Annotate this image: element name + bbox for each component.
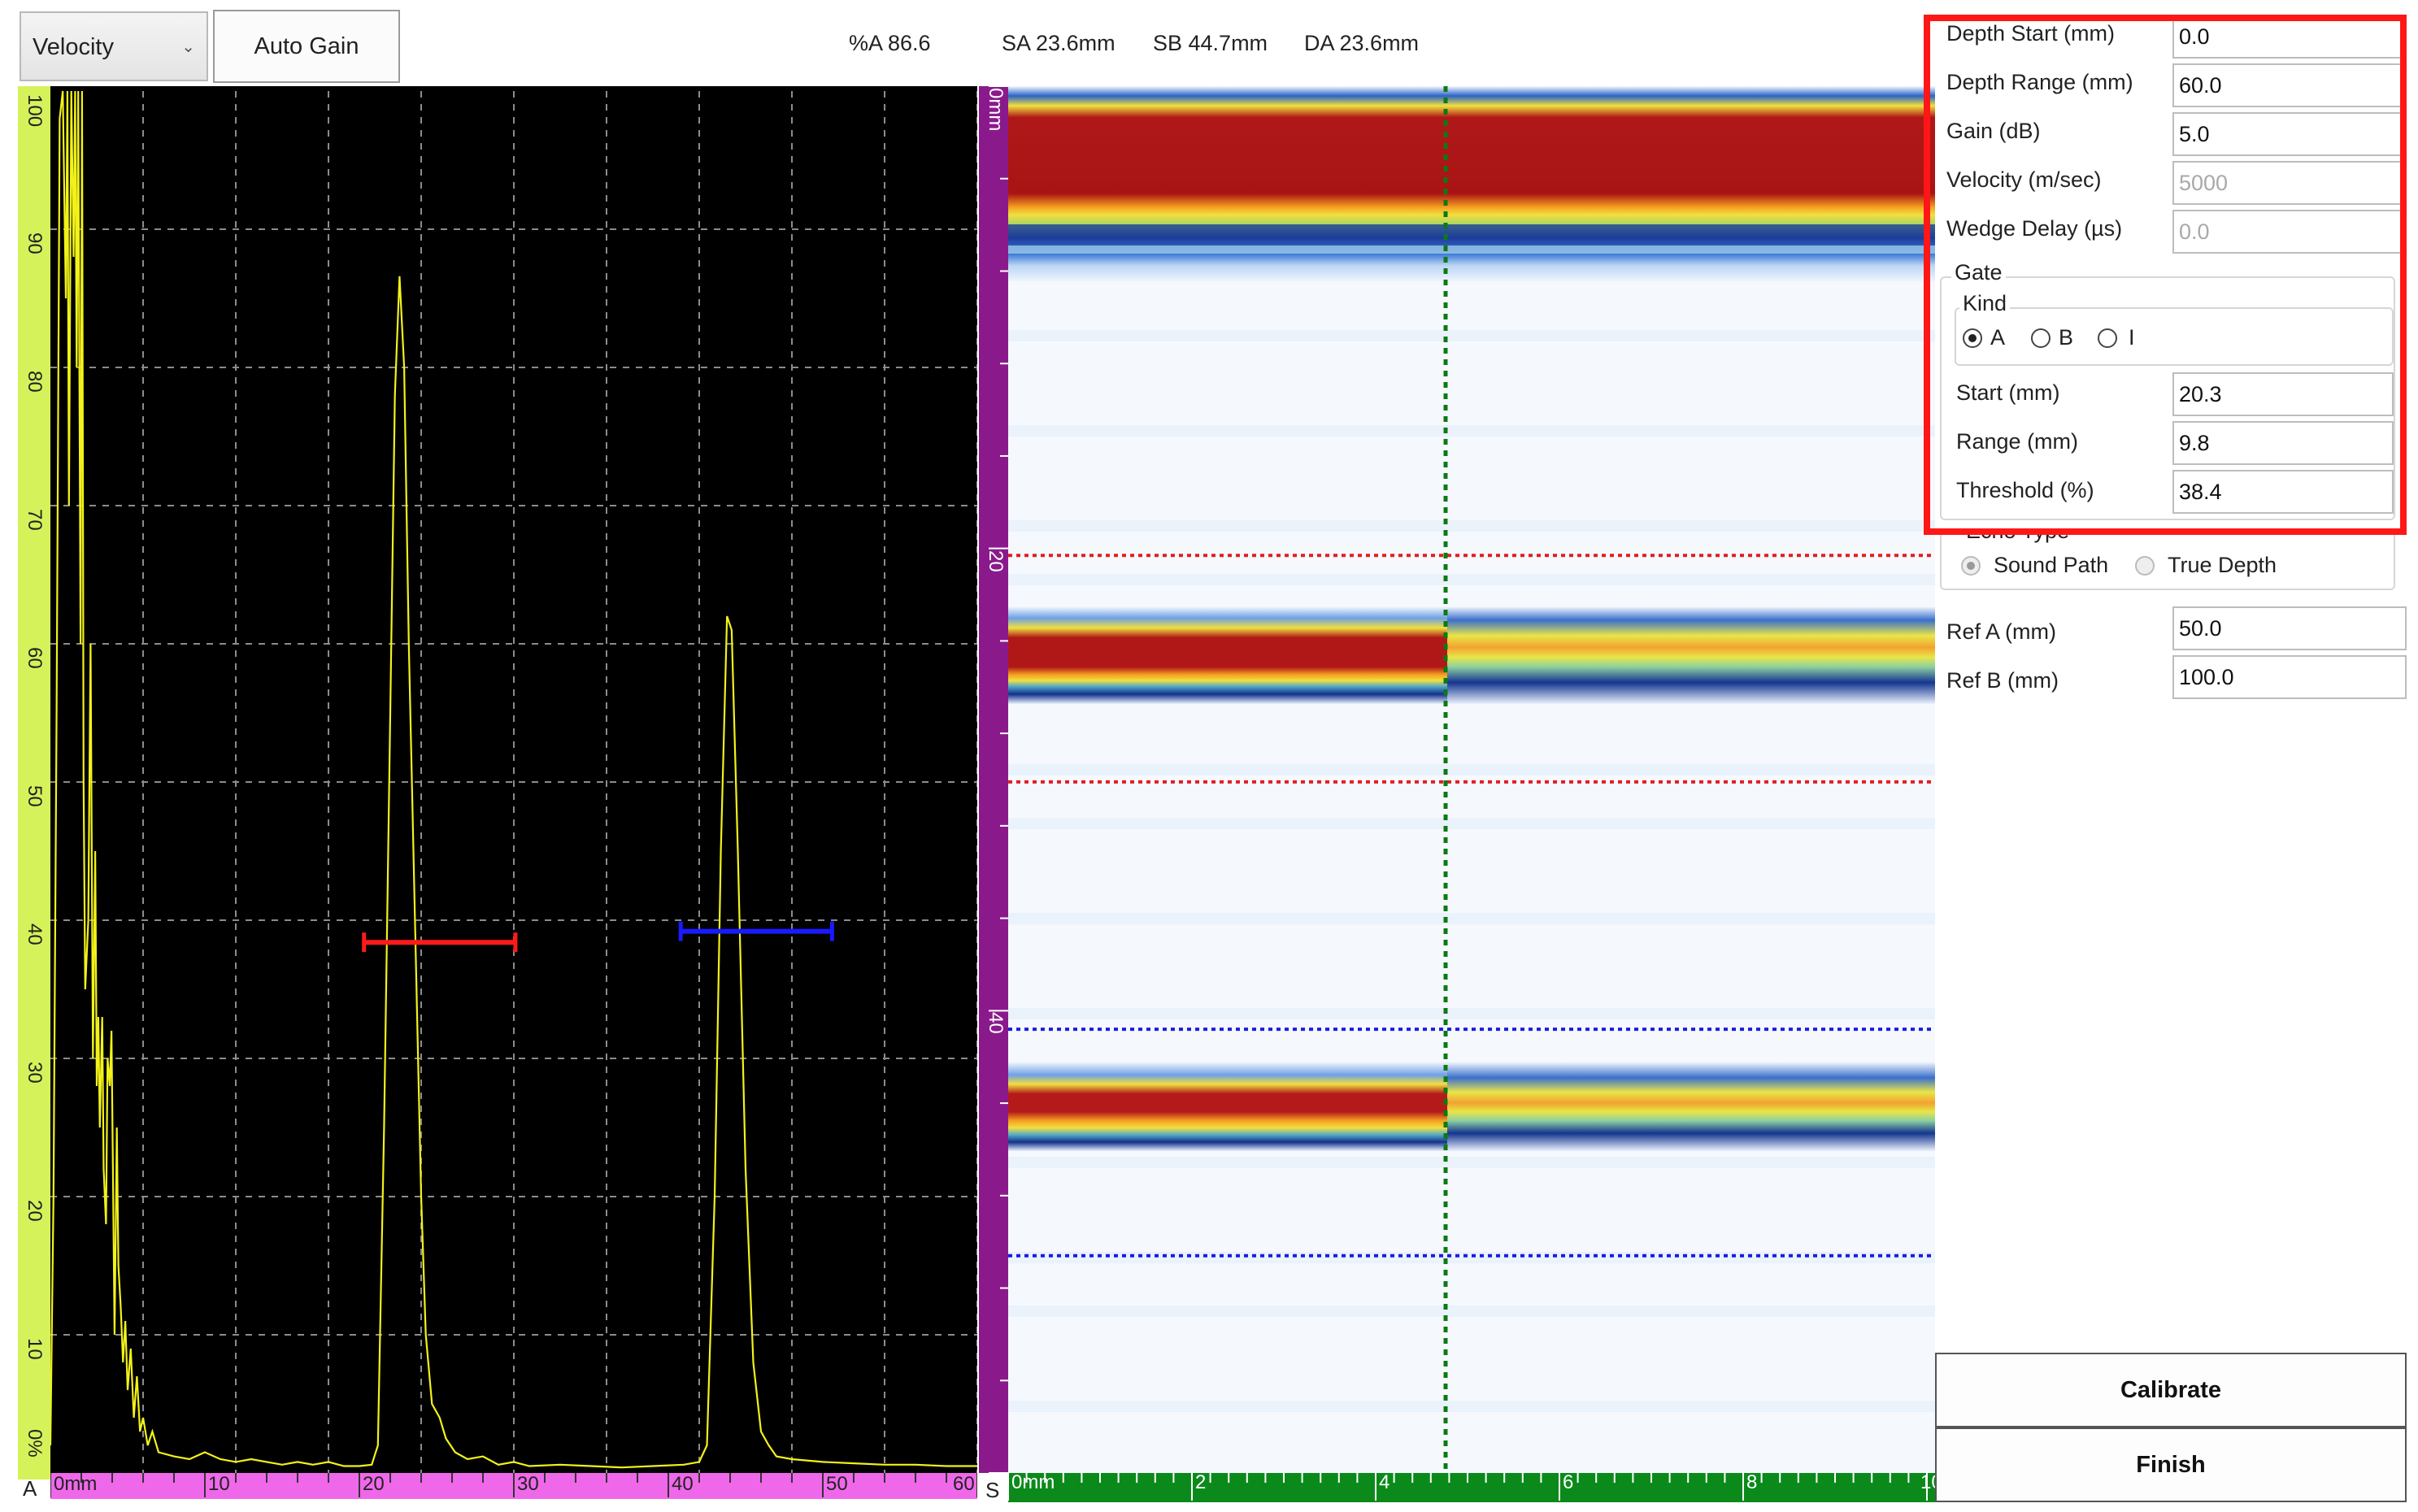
ascan-y-tick-label: 0% xyxy=(24,1429,46,1458)
readout-da: DA 23.6mm xyxy=(1304,31,1420,55)
ascan-y-tick-label: 10 xyxy=(24,1338,46,1360)
ascan-trace xyxy=(49,90,977,1469)
bscan-axis-letter: S xyxy=(985,1478,1000,1502)
ascan-y-tick-label: 20 xyxy=(24,1200,46,1222)
ref-a-label: Ref A (mm) xyxy=(1946,619,2057,644)
ascan-y-tick-label: 60 xyxy=(24,647,46,669)
bscan-noise-band xyxy=(1008,520,1935,532)
auto-gain-button[interactable]: Auto Gain xyxy=(213,10,400,83)
bscan-noise-band xyxy=(1008,1401,1935,1412)
bscan-image[interactable] xyxy=(1008,86,1935,1473)
bscan-noise-band xyxy=(1008,1306,1935,1317)
bscan-noise-band xyxy=(1008,1008,1935,1019)
readout-sb: SB 44.7mm xyxy=(1153,31,1268,55)
echo-sound-path-radio[interactable] xyxy=(1961,556,1981,576)
ascan-svg xyxy=(39,90,977,1474)
chevron-down-icon: ⌄ xyxy=(181,38,195,56)
bscan-noise-band xyxy=(1008,574,1935,585)
ref-b-field[interactable]: 100.0 xyxy=(2172,655,2407,699)
bscan-noise-band xyxy=(1008,913,1935,924)
bscan-noise-band xyxy=(1008,1157,1935,1168)
echo-true-depth-label: True Depth xyxy=(2168,553,2277,577)
bscan-echo-streak xyxy=(1008,224,1935,239)
highlight-box xyxy=(1924,15,2407,535)
echo-true-depth-radio[interactable] xyxy=(2135,556,2155,576)
bscan-scan-tick-marks xyxy=(1008,1473,1928,1501)
bscan-echo-band-3-left xyxy=(1008,1062,1447,1151)
calibrate-button[interactable]: Calibrate xyxy=(1935,1353,2407,1427)
bscan-noise-band xyxy=(1008,330,1935,341)
finish-button[interactable]: Finish xyxy=(1935,1427,2407,1502)
bscan-echo-band-3-right xyxy=(1447,1062,1935,1151)
echo-sound-path-label: Sound Path xyxy=(1994,553,2109,577)
bscan-noise-band xyxy=(1008,818,1935,829)
ascan-y-tick-label: 70 xyxy=(24,509,46,531)
readout-sa: SA 23.6mm xyxy=(1002,31,1115,55)
bscan-noise-band xyxy=(1008,764,1935,776)
bscan-echo-streak xyxy=(1008,245,1935,254)
bscan-svg xyxy=(1008,86,1935,1473)
ascan-y-tick-label: 100 xyxy=(24,94,46,128)
ref-a-field[interactable]: 50.0 xyxy=(2172,606,2407,650)
ascan-y-tick-label: 50 xyxy=(24,785,46,807)
ascan-y-tick-label: 90 xyxy=(24,232,46,254)
bscan-noise-band xyxy=(1008,1252,1935,1263)
mode-select[interactable]: Velocity ⌄ xyxy=(20,11,208,81)
mode-select-value: Velocity xyxy=(33,34,114,60)
ascan-plot[interactable] xyxy=(18,86,977,1479)
ascan-y-tick-label: 30 xyxy=(24,1062,46,1084)
ref-b-label: Ref B (mm) xyxy=(1946,668,2059,693)
bscan-echo-band-2-left xyxy=(1008,606,1447,704)
bscan-echo-band-2-right xyxy=(1447,606,1935,704)
ascan-y-tick-label: 80 xyxy=(24,371,46,393)
ascan-axis-letter: A xyxy=(23,1476,37,1501)
ascan-y-tick-label: 40 xyxy=(24,923,46,945)
ascan-x-tick-marks xyxy=(50,1473,977,1497)
readout-percent-a: %A 86.6 xyxy=(849,31,931,55)
bscan-noise-band xyxy=(1008,425,1935,437)
ascan-amplitude-ruler xyxy=(18,86,50,1479)
bscan-depth-tick-marks xyxy=(989,86,1008,1473)
